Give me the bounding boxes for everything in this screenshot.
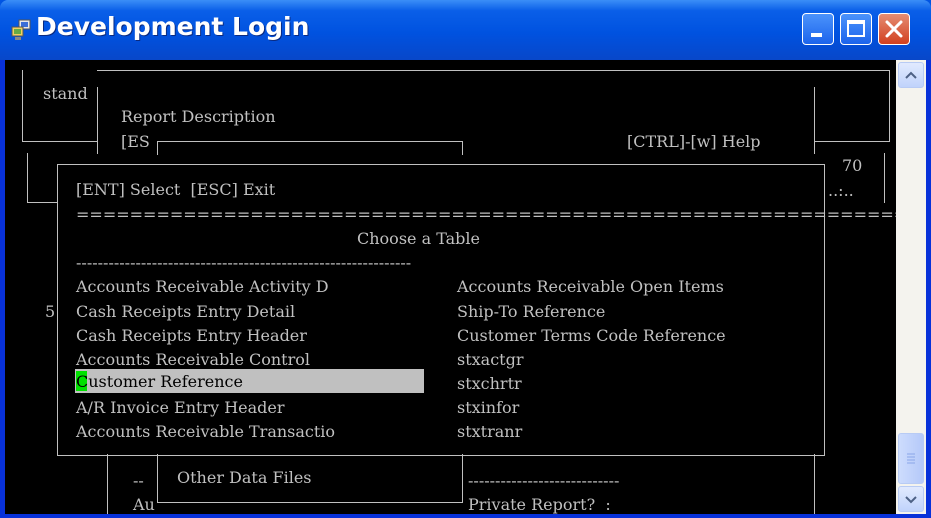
report-description-label: Report Description	[121, 107, 276, 126]
bottom-frame-right	[814, 454, 815, 514]
bottom-frame-left	[107, 454, 108, 514]
window-frame-right	[926, 60, 931, 518]
chevron-up-icon	[905, 71, 917, 79]
network-computer-icon	[11, 19, 31, 40]
window-title: Development Login	[36, 12, 310, 41]
equals-rule: ========================================…	[76, 205, 896, 224]
table-item[interactable]: Ship-To Reference	[457, 303, 605, 321]
maximize-button[interactable]	[840, 13, 872, 45]
report-box-right	[814, 87, 815, 154]
scroll-up-button[interactable]	[898, 62, 924, 88]
dialog-hint: [ENT] Select [ESC] Exit	[76, 180, 276, 199]
outer-box-bottom-left	[22, 141, 97, 142]
mid-frame-left-tick	[27, 202, 57, 203]
table-item[interactable]: stxinfor	[457, 399, 519, 417]
outer-box-top	[97, 70, 890, 71]
other-files-box-left	[157, 454, 158, 503]
other-files-box-right	[462, 454, 463, 503]
outer-box-right	[889, 70, 890, 142]
table-item[interactable]: Accounts Receivable Activity D	[76, 278, 329, 296]
scroll-thumb[interactable]	[898, 433, 924, 484]
table-item[interactable]: Customer Terms Code Reference	[457, 327, 726, 345]
outer-label: stand	[43, 84, 88, 103]
table-item[interactable]: Accounts Receivable Transactio	[76, 423, 335, 441]
close-button[interactable]	[878, 13, 910, 45]
table-item[interactable]: Cash Receipts Entry Header	[76, 327, 307, 345]
table-item[interactable]: Accounts Receivable Open Items	[457, 278, 724, 296]
esc-box-right	[462, 141, 463, 155]
table-item[interactable]: stxchrtr	[457, 375, 522, 393]
maximize-icon	[847, 20, 865, 37]
mid-frame-left	[27, 153, 28, 203]
dash-line: ----------------------------	[468, 471, 620, 490]
terminal-screen[interactable]: stand Report Description [ES [CTRL]-[w] …	[5, 60, 896, 514]
au-fragment: Au	[133, 495, 155, 514]
bottom-dashes: --	[133, 471, 144, 490]
table-item[interactable]: A/R Invoice Entry Header	[76, 399, 285, 417]
table-item[interactable]: Accounts Receivable Control	[76, 351, 310, 369]
minimize-icon	[811, 33, 822, 37]
scroll-down-button[interactable]	[898, 486, 924, 512]
outer-box-left	[22, 70, 23, 142]
title-bar[interactable]: Development Login	[0, 0, 931, 60]
right-number: 70	[842, 156, 863, 175]
table-item[interactable]: stxtranr	[457, 423, 522, 441]
minimize-button[interactable]	[802, 13, 834, 45]
report-box-left	[97, 87, 98, 154]
help-hint: [CTRL]-[w] Help	[627, 132, 761, 151]
close-icon	[885, 20, 903, 38]
outer-box-bottom-right	[814, 141, 890, 142]
esc-fragment: [ES	[121, 132, 150, 151]
dialog-heading: Choose a Table	[357, 229, 480, 248]
right-dots: ..:..	[828, 181, 854, 200]
window-frame-bottom	[0, 514, 931, 518]
esc-box-left	[157, 141, 158, 155]
grip-icon	[907, 453, 915, 464]
mid-frame-right	[884, 153, 885, 203]
table-item[interactable]: stxactgr	[457, 351, 523, 369]
table-item[interactable]: Cash Receipts Entry Detail	[76, 303, 295, 321]
window: Development Login stand Report Descripti…	[0, 0, 931, 518]
table-item-selected[interactable]: Customer Reference	[76, 373, 243, 391]
dash-rule: ----------------------------------------…	[76, 253, 412, 272]
vertical-scrollbar[interactable]	[896, 60, 926, 514]
other-data-files[interactable]: Other Data Files	[177, 469, 312, 487]
other-files-box-bottom	[157, 502, 462, 503]
esc-box-top	[157, 141, 462, 142]
chevron-down-icon	[905, 496, 917, 504]
private-report-label: Private Report? :	[468, 495, 611, 514]
